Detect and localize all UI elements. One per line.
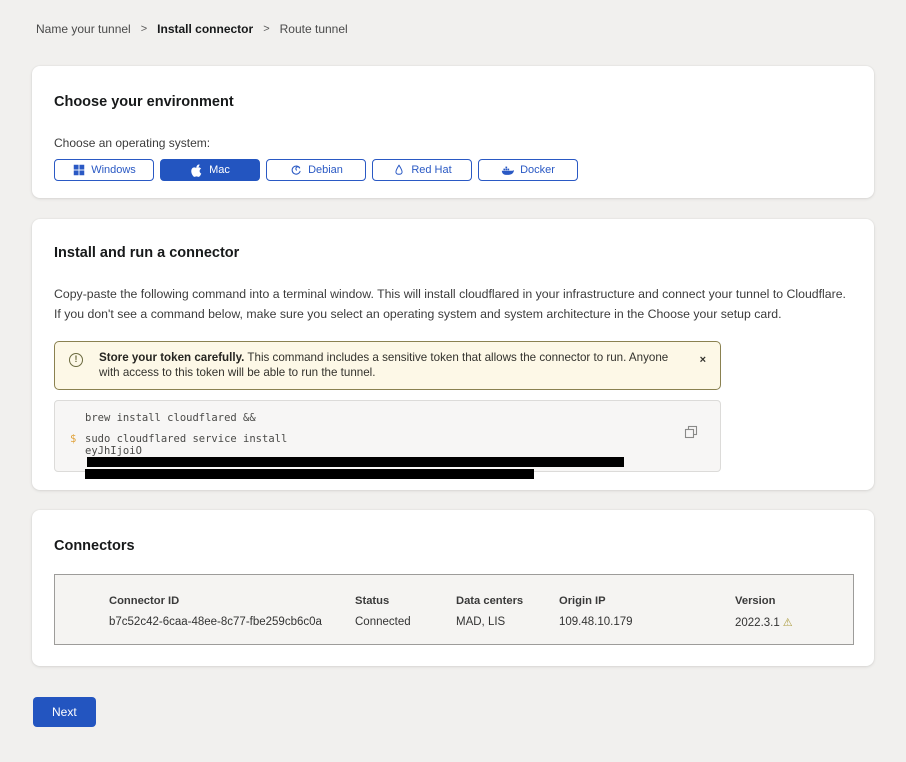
os-button-windows[interactable]: Windows	[54, 159, 154, 181]
connectors-card-title: Connectors	[54, 538, 852, 554]
header-version: Version	[735, 595, 845, 607]
os-button-mac[interactable]: Mac	[160, 159, 260, 181]
code-line: eyJhIjoiO	[55, 446, 680, 469]
code-line: $ sudo cloudflared service install	[55, 434, 680, 446]
next-button[interactable]: Next	[33, 697, 96, 727]
token-warning-text: Store your token carefully. This command…	[99, 350, 682, 381]
os-button-label: Debian	[308, 164, 343, 176]
shell-prompt: $	[55, 434, 85, 446]
token-text: eyJhIjoiO	[85, 446, 680, 469]
os-button-docker[interactable]: Docker	[478, 159, 578, 181]
token-prefix: eyJhIjoiO	[85, 445, 142, 457]
origin-ip-value: 109.48.10.179	[559, 616, 735, 629]
table-row: b7c52c42-6caa-48ee-8c77-fbe259cb6c0a Con…	[109, 616, 853, 629]
code-text: brew install cloudflared &&	[85, 413, 256, 425]
warning-triangle-icon: ⚠	[783, 617, 793, 629]
token-warning-banner: ! Store your token carefully. This comma…	[54, 341, 721, 390]
breadcrumb-name-your-tunnel[interactable]: Name your tunnel	[36, 22, 131, 36]
data-centers-value: MAD, LIS	[456, 616, 559, 629]
code-gutter	[55, 413, 85, 425]
os-button-debian[interactable]: Debian	[266, 159, 366, 181]
apple-icon	[190, 164, 203, 177]
status-badge: Connected	[355, 616, 456, 629]
breadcrumb-install-connector[interactable]: Install connector	[157, 22, 253, 36]
code-gutter	[55, 446, 85, 469]
os-button-label: Docker	[520, 164, 555, 176]
connectors-card: Connectors Connector ID Status Data cent…	[32, 510, 874, 666]
connectors-table: Connector ID Status Data centers Origin …	[54, 574, 854, 645]
redaction-bar	[85, 469, 534, 479]
code-line: brew install cloudflared &&	[55, 413, 680, 425]
copy-icon[interactable]	[684, 425, 698, 439]
breadcrumb-separator: >	[141, 23, 147, 35]
environment-card-title: Choose your environment	[54, 94, 852, 110]
environment-card: Choose your environment Choose an operat…	[32, 66, 874, 198]
debian-icon	[289, 164, 302, 177]
install-command-code-block: brew install cloudflared && $ sudo cloud…	[54, 400, 721, 472]
token-warning-title: Store your token carefully.	[99, 351, 244, 364]
install-card-title: Install and run a connector	[54, 245, 852, 261]
windows-icon	[72, 164, 85, 177]
header-connector-id: Connector ID	[109, 595, 355, 607]
version-value: 2022.3.1⚠	[735, 616, 845, 629]
os-button-label: Red Hat	[411, 164, 451, 176]
close-icon[interactable]: ×	[700, 355, 706, 366]
alert-circle-icon: !	[69, 353, 83, 367]
redhat-icon	[392, 164, 405, 177]
header-origin-ip: Origin IP	[559, 595, 735, 607]
header-status: Status	[355, 595, 456, 607]
os-button-group: Windows Mac Debian Red Hat Docker	[54, 159, 852, 181]
os-button-label: Windows	[91, 164, 136, 176]
breadcrumb-separator: >	[263, 23, 269, 35]
os-select-label: Choose an operating system:	[54, 136, 852, 150]
install-connector-card: Install and run a connector Copy-paste t…	[32, 219, 874, 490]
breadcrumb: Name your tunnel > Install connector > R…	[36, 22, 906, 36]
header-data-centers: Data centers	[456, 595, 559, 607]
code-line	[55, 469, 680, 479]
install-description: Copy-paste the following command into a …	[54, 285, 852, 325]
os-button-label: Mac	[209, 164, 230, 176]
os-button-redhat[interactable]: Red Hat	[372, 159, 472, 181]
version-number: 2022.3.1	[735, 617, 780, 629]
breadcrumb-route-tunnel[interactable]: Route tunnel	[280, 22, 348, 36]
table-header-row: Connector ID Status Data centers Origin …	[109, 595, 853, 607]
docker-icon	[501, 164, 514, 177]
redaction-bar	[87, 457, 624, 467]
connector-id-value: b7c52c42-6caa-48ee-8c77-fbe259cb6c0a	[109, 616, 355, 629]
code-gutter	[55, 469, 85, 479]
